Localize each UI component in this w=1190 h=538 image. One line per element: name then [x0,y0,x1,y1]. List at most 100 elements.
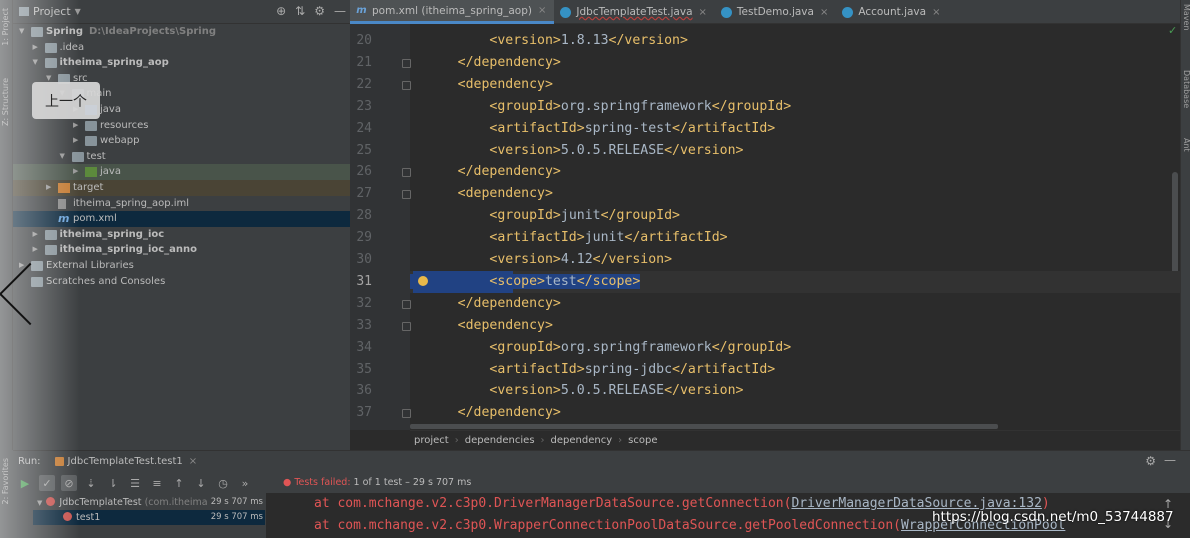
line-number: 23 [356,98,372,114]
close-icon[interactable]: × [189,456,197,467]
rerun-icon[interactable]: ▶ [17,475,33,491]
breadcrumb-item[interactable]: dependencies [465,435,535,446]
chevron-right-icon[interactable]: ▶ [33,40,43,56]
test-suite-row[interactable]: ▼ JdbcTemplateTest (com.itheima 29 s 707 … [33,495,265,510]
fold-marker-icon[interactable] [402,58,411,68]
code-content: </dependency> [458,405,561,420]
tool-tab-database[interactable]: Database [1182,70,1190,108]
close-icon[interactable]: × [932,7,940,18]
xml-tag: <groupId> [489,98,561,114]
chevron-down-icon[interactable]: ▼ [75,7,81,16]
gear-icon[interactable]: ⚙ [314,4,325,18]
editor-tab[interactable]: JdbcTemplateTest.java × [554,0,715,24]
chevron-right-icon[interactable]: ▶ [33,227,43,243]
tree-node[interactable]: ▶ .idea [13,40,350,56]
breadcrumb-item[interactable]: dependency [551,435,613,446]
xml-tag: </version> [664,142,744,158]
folder-icon [71,151,84,162]
tree-node[interactable]: ▼ Spring D:\IdeaProjects\Spring [13,24,350,40]
gear-icon[interactable]: ⚙ [1145,454,1156,468]
tool-tab-structure[interactable]: Z: Structure [1,78,10,126]
tree-node[interactable]: ▶ itheima_spring_ioc_anno [13,242,350,258]
chevron-down-icon[interactable]: ▼ [37,499,42,507]
chevron-right-icon[interactable]: ▶ [73,133,83,149]
tree-node[interactable]: ▶ itheima_spring_ioc [13,227,350,243]
line-number: 32 [356,295,372,311]
close-icon[interactable]: × [820,7,828,18]
next-failed-icon[interactable]: ↓ [193,475,209,491]
folder-icon [44,42,57,53]
xml-tag: <dependency> [457,76,553,92]
code-content: <artifactId>junit</artifactId> [489,230,727,245]
tree-node[interactable]: ▼ itheima_spring_aop [13,55,350,71]
expand-all-icon[interactable]: ☰ [127,475,143,491]
breadcrumb-item[interactable]: project [414,435,449,446]
tree-node[interactable]: ▶ resources [13,118,350,134]
xml-tag: </dependency> [457,54,561,70]
sort-alpha-icon[interactable]: ⇣ [83,475,99,491]
tool-tab-project[interactable]: 1: Project [1,8,10,46]
run-tab[interactable]: JdbcTemplateTest.test1 × [54,456,197,467]
previous-failed-icon[interactable]: ↑ [171,475,187,491]
test-tree: ▼ JdbcTemplateTest (com.itheima 29 s 707 … [33,495,265,538]
show-ignored-icon[interactable]: ⊘ [61,475,77,491]
fold-marker-icon[interactable] [402,80,411,90]
code-line: <version>5.0.5.RELEASE</version> [410,380,1180,402]
tree-node[interactable]: ▼ test [13,149,350,165]
editor-tab[interactable]: m pom.xml (itheima_spring_aop) × [350,0,555,24]
close-icon[interactable]: × [538,5,546,16]
code-content: <groupId>junit</groupId> [489,208,680,223]
error-icon [63,512,72,521]
chevron-right-icon[interactable]: ▶ [73,118,83,134]
sort-duration-icon[interactable]: ⇂ [105,475,121,491]
inspection-ok-icon[interactable]: ✓ [1168,24,1177,37]
test-case-row[interactable]: test1 29 s 707 ms [33,510,265,525]
tree-node[interactable]: ▶ java [13,164,350,180]
lightbulb-icon[interactable] [418,275,428,286]
maven-file-icon: m [58,212,70,226]
xml-text: junit [560,208,601,224]
collapse-all-icon[interactable]: ≡ [149,475,165,491]
tool-tab-favorites[interactable]: 2: Favorites [1,458,10,504]
horizontal-scrollbar[interactable] [410,424,998,429]
project-panel: Project ▼ ⊕ ⇅ ⚙ — ▼ Spring D:\IdeaProjects… [13,0,350,450]
fold-marker-icon[interactable] [402,190,411,200]
fold-marker-icon[interactable] [402,168,411,178]
minimize-icon[interactable]: — [1164,453,1176,467]
editor-tab[interactable]: Account.java × [836,0,948,24]
tree-node[interactable]: ▶ External Libraries [13,258,350,274]
code-editor[interactable]: <version>1.8.13</version> </dependency> … [410,24,1180,430]
tree-node[interactable]: Scratches and Consoles [13,274,350,290]
tree-node[interactable]: m pom.xml [13,211,350,227]
fold-marker-icon[interactable] [402,409,411,419]
chevron-down-icon[interactable]: ▼ [60,149,70,165]
chevron-down-icon[interactable]: ▼ [33,55,43,71]
tree-node[interactable]: itheima_spring_aop.iml [13,196,350,212]
tree-node[interactable]: ▶ webapp [13,133,350,149]
editor-tab[interactable]: TestDemo.java × [715,0,836,24]
fold-marker-icon[interactable] [402,321,411,331]
tree-node[interactable]: ▶ target [13,179,350,196]
minimize-icon[interactable]: — [334,4,346,18]
more-icon[interactable]: » [237,475,253,491]
xml-tag: </version> [592,252,673,267]
chevron-down-icon[interactable]: ▼ [19,24,29,40]
chevron-right-icon[interactable]: ▶ [46,180,56,196]
tool-tab-maven[interactable]: Maven [1182,4,1190,31]
collapse-all-icon[interactable]: ⇅ [295,4,305,18]
breadcrumb-separator: › [540,435,545,446]
tool-tab-ant[interactable]: Ant [1182,138,1190,152]
show-passed-icon[interactable]: ✓ [39,475,55,491]
xml-tag: <groupId> [489,208,561,224]
chevron-right-icon[interactable]: ▶ [73,164,83,180]
xml-tag: </groupId> [711,98,792,114]
code-line: <dependency> [410,183,1180,205]
project-panel-title[interactable]: Project [33,5,71,18]
locate-icon[interactable]: ⊕ [276,4,286,18]
breadcrumb-item[interactable]: scope [628,435,657,446]
history-icon[interactable]: ◷ [215,475,231,491]
chevron-right-icon[interactable]: ▶ [33,242,43,258]
close-icon[interactable]: × [699,7,707,18]
fold-marker-icon[interactable] [402,299,411,309]
